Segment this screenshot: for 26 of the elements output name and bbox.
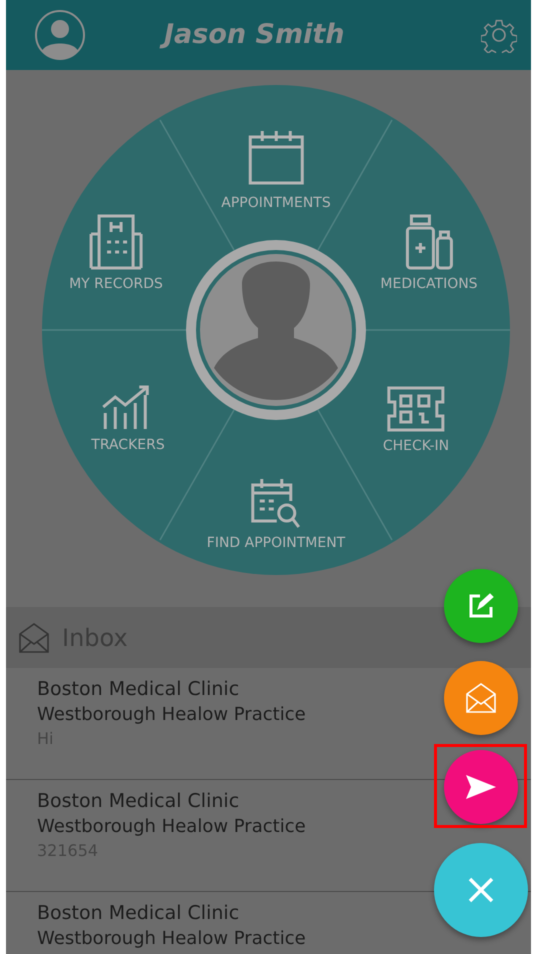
calendar-search-icon — [251, 477, 301, 529]
message-sender: Boston Medical Clinic — [37, 790, 240, 812]
message-sender: Boston Medical Clinic — [37, 902, 240, 924]
close-icon — [467, 876, 495, 904]
compose-button[interactable] — [444, 569, 518, 643]
hospital-building-icon — [89, 214, 143, 270]
compose-icon — [468, 593, 494, 619]
open-envelope-icon — [465, 682, 497, 714]
menu-label[interactable]: MEDICATIONS — [380, 276, 478, 292]
menu-label[interactable]: FIND APPOINTMENT — [206, 535, 346, 551]
message-practice: Westborough Healow Practice — [37, 928, 306, 949]
message-practice: Westborough Healow Practice — [37, 704, 306, 725]
message-sender: Boston Medical Clinic — [37, 678, 240, 700]
send-icon — [465, 774, 497, 800]
qr-code-icon — [387, 386, 445, 432]
menu-label[interactable]: MY RECORDS — [69, 276, 163, 292]
message-practice: Westborough Healow Practice — [37, 816, 306, 837]
medicine-bottles-icon — [403, 214, 455, 270]
envelope-icon — [18, 622, 50, 654]
menu-label[interactable]: CHECK-IN — [382, 438, 450, 454]
menu-label[interactable]: TRACKERS — [91, 437, 165, 453]
menu-label[interactable]: APPOINTMENTS — [221, 195, 331, 211]
profile-photo-placeholder[interactable] — [186, 240, 366, 420]
open-envelope-button[interactable] — [444, 661, 518, 735]
user-name: Jason Smith — [162, 17, 350, 53]
send-button[interactable] — [444, 750, 518, 824]
